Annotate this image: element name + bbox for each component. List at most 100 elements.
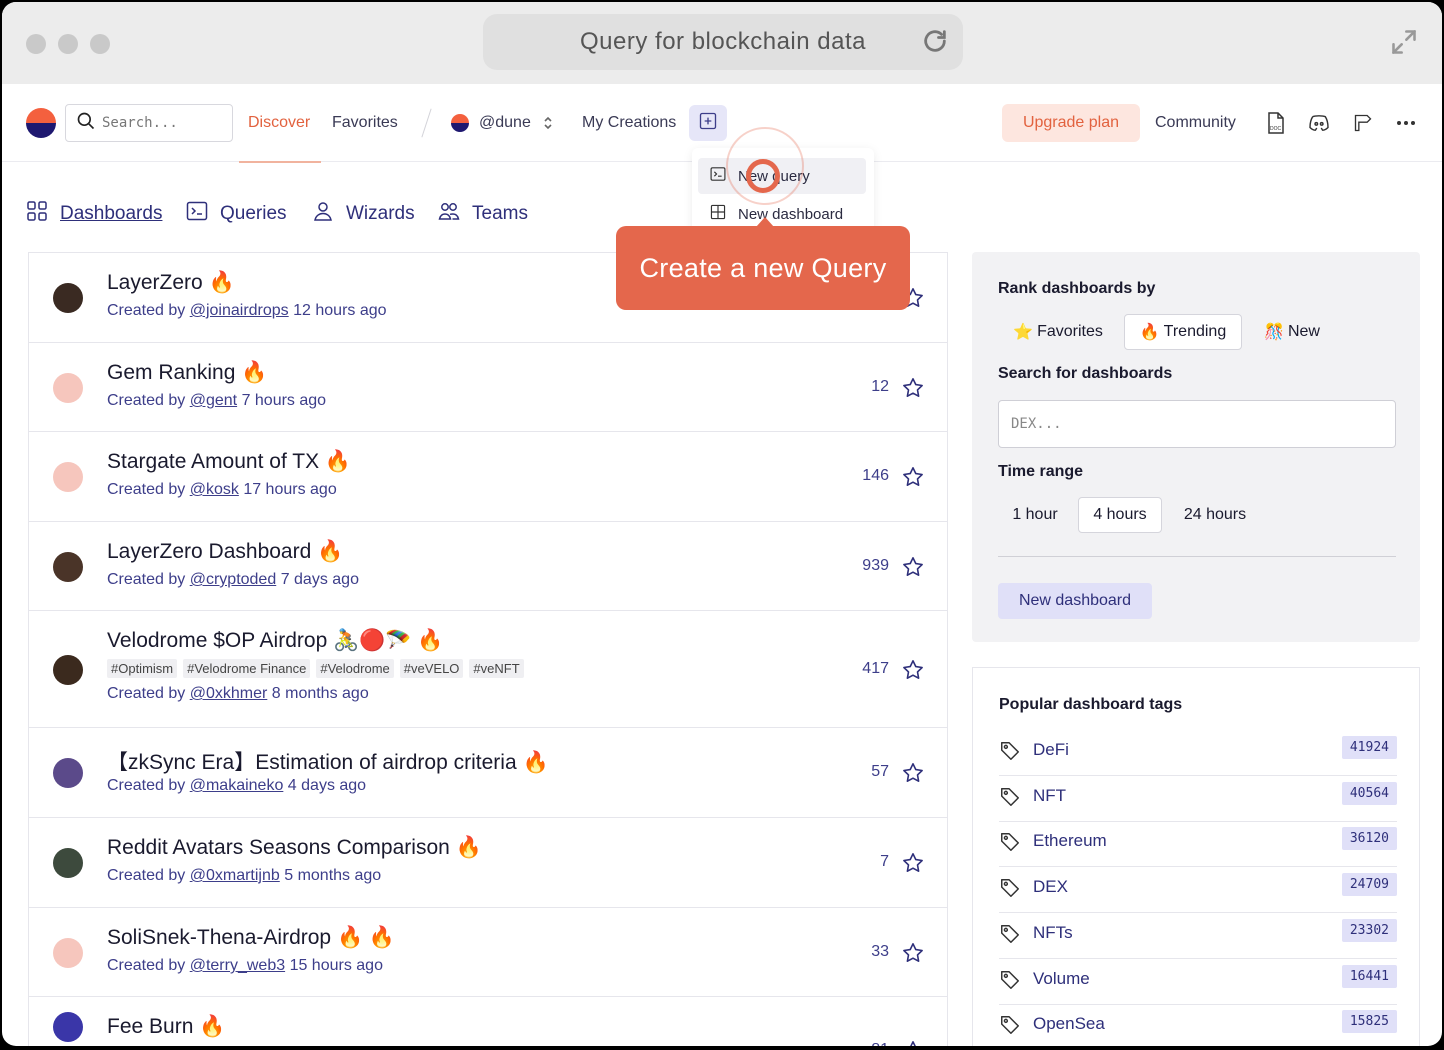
more-icon[interactable] [1395, 112, 1417, 134]
star-icon[interactable] [901, 465, 925, 489]
dashboard-row[interactable]: 【zkSync Era】Estimation of airdrop criter… [29, 728, 947, 818]
avatar[interactable] [53, 848, 83, 878]
author-link[interactable]: @gent [190, 392, 237, 409]
dashboard-row[interactable]: SoliSnek-Thena-Airdrop 🔥 🔥 Created by @te… [29, 908, 947, 997]
tag-name[interactable]: DEX [1033, 877, 1068, 897]
search-input[interactable] [102, 115, 222, 131]
avatar[interactable] [53, 938, 83, 968]
dashboard-row[interactable]: Velodrome $OP Airdrop 🚴🔴🪂 🔥 #Optimism #Vel… [29, 611, 947, 728]
dashboard-title[interactable]: LayerZero Dashboard 🔥 [107, 540, 343, 564]
nav-discover[interactable]: Discover [248, 114, 310, 132]
popular-tag-row[interactable]: Volume 16441 [999, 959, 1397, 1005]
dashboard-row[interactable]: Stargate Amount of TX 🔥 Created by @kosk … [29, 432, 947, 522]
time-1-hour[interactable]: 1 hour [998, 497, 1072, 533]
tag-name[interactable]: DeFi [1033, 740, 1069, 760]
close-window-button[interactable] [26, 34, 46, 54]
zoom-window-button[interactable] [90, 34, 110, 54]
address-bar[interactable]: Query for blockchain data [483, 14, 963, 70]
author-link[interactable]: @cryptoded [190, 571, 277, 588]
minimize-window-button[interactable] [58, 34, 78, 54]
time-24-hours[interactable]: 24 hours [1170, 497, 1260, 533]
tab-wizards[interactable]: Wizards [312, 200, 415, 228]
time-range-heading: Time range [998, 463, 1084, 480]
popular-tag-row[interactable]: NFT 40564 [999, 776, 1397, 822]
rank-new-button[interactable]: 🎊 New [1254, 314, 1330, 350]
dashboard-tag[interactable]: #Optimism [107, 659, 178, 678]
star-icon[interactable] [901, 851, 925, 875]
dashboard-row[interactable]: LayerZero Dashboard 🔥 Created by @cryptod… [29, 522, 947, 611]
dashboard-title[interactable]: Reddit Avatars Seasons Comparison 🔥 [107, 836, 482, 860]
avatar[interactable] [53, 373, 83, 403]
dashboard-tag[interactable]: #Velodrome [316, 659, 394, 678]
author-link[interactable]: @joinairdrops [190, 302, 289, 319]
expand-icon[interactable] [1390, 28, 1418, 61]
tab-queries[interactable]: Queries [186, 200, 287, 228]
avatar[interactable] [53, 1012, 83, 1042]
author-link[interactable]: @0xmartijnb [190, 867, 280, 884]
popular-tag-row[interactable]: OpenSea 15825 [999, 1004, 1397, 1046]
avatar[interactable] [53, 758, 83, 788]
star-icon[interactable] [901, 555, 925, 579]
dashboard-title[interactable]: Gem Ranking 🔥 [107, 361, 267, 385]
dashboard-title[interactable]: LayerZero 🔥 [107, 271, 235, 295]
docs-icon[interactable]: DOC [1265, 112, 1287, 134]
avatar[interactable] [53, 655, 83, 685]
avatar[interactable] [53, 462, 83, 492]
star-emoji-icon: ⭐ [1013, 324, 1034, 341]
nav-community[interactable]: Community [1155, 114, 1236, 132]
dashboard-title[interactable]: 【zkSync Era】Estimation of airdrop criter… [107, 746, 549, 776]
author-link[interactable]: @terry_web3 [190, 957, 285, 974]
dashboard-title[interactable]: Velodrome $OP Airdrop 🚴🔴🪂 🔥 [107, 629, 444, 653]
upgrade-plan-button[interactable]: Upgrade plan [1002, 104, 1140, 142]
feedback-icon[interactable] [1352, 112, 1374, 134]
popular-tag-row[interactable]: DEX 24709 [999, 867, 1397, 914]
nav-favorites[interactable]: Favorites [332, 114, 398, 132]
star-icon[interactable] [901, 941, 925, 965]
tag-name[interactable]: OpenSea [1033, 1014, 1105, 1034]
chevron-updown-icon[interactable] [542, 114, 554, 137]
star-icon[interactable] [901, 1039, 925, 1046]
create-button[interactable] [689, 105, 727, 141]
dune-logo[interactable] [26, 108, 56, 138]
author-link[interactable]: @0xkhmer [190, 685, 268, 702]
created-time: 7 hours ago [241, 392, 327, 409]
dashboard-tag[interactable]: #veNFT [469, 659, 524, 678]
tab-dashboards[interactable]: Dashboards [26, 200, 162, 228]
search-field[interactable] [65, 104, 233, 142]
avatar[interactable] [53, 552, 83, 582]
dashboard-row[interactable]: Reddit Avatars Seasons Comparison 🔥 Creat… [29, 818, 947, 908]
dashboard-title[interactable]: SoliSnek-Thena-Airdrop 🔥 🔥 [107, 926, 395, 950]
dashboard-row[interactable]: Fee Burn 🔥 81 [29, 997, 947, 1046]
reload-icon[interactable] [921, 27, 949, 62]
nav-my-creations[interactable]: My Creations [582, 114, 676, 132]
discord-icon[interactable] [1308, 112, 1330, 134]
popular-tag-row[interactable]: Ethereum 36120 [999, 821, 1397, 868]
rank-trending-button[interactable]: 🔥 Trending [1124, 314, 1242, 350]
rank-favorites-button[interactable]: ⭐ Favorites [1002, 314, 1114, 350]
tag-name[interactable]: NFTs [1033, 923, 1073, 943]
tag-name[interactable]: Ethereum [1033, 831, 1107, 851]
team-switcher[interactable]: @dune [479, 114, 531, 132]
tag-name[interactable]: Volume [1033, 969, 1090, 989]
dashboard-tag[interactable]: #Velodrome Finance [183, 659, 311, 678]
tab-teams[interactable]: Teams [438, 200, 528, 228]
new-dashboard-button[interactable]: New dashboard [998, 583, 1152, 619]
star-icon[interactable] [901, 376, 925, 400]
avatar[interactable] [53, 283, 83, 313]
dashboard-row[interactable]: Gem Ranking 🔥 Created by @gent 7 hours ag… [29, 343, 947, 432]
time-4-hours[interactable]: 4 hours [1078, 497, 1162, 533]
star-icon[interactable] [901, 658, 925, 682]
popular-tag-row[interactable]: DeFi 41924 [999, 730, 1397, 776]
created-by-label: Created by [107, 957, 186, 974]
tag-name[interactable]: NFT [1033, 786, 1066, 806]
dashboard-title-text: Reddit Avatars Seasons Comparison [107, 836, 450, 859]
popular-tag-row[interactable]: NFTs 23302 [999, 913, 1397, 959]
created-by-label: Created by [107, 685, 186, 702]
author-link[interactable]: @makaineko [190, 777, 284, 794]
dashboard-search-input[interactable] [998, 400, 1396, 448]
author-link[interactable]: @kosk [190, 481, 239, 498]
dashboard-title[interactable]: Fee Burn 🔥 [107, 1015, 225, 1039]
dashboard-tag[interactable]: #veVELO [399, 659, 464, 678]
dashboard-title[interactable]: Stargate Amount of TX 🔥 [107, 450, 351, 474]
star-icon[interactable] [901, 761, 925, 785]
